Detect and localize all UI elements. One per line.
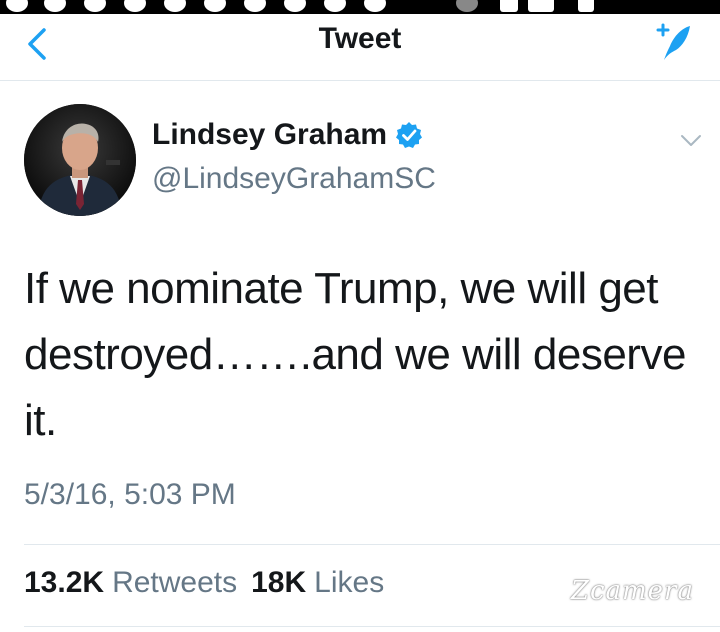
signal-icon	[528, 0, 554, 12]
compose-tweet-button[interactable]	[652, 20, 696, 64]
likes-count[interactable]: 18K	[251, 566, 306, 600]
notification-icon	[324, 0, 346, 12]
compose-tweet-icon	[656, 23, 690, 60]
tweet-text: If we nominate Trump, we will get destro…	[24, 264, 686, 445]
verified-badge-icon	[396, 122, 423, 148]
nav-header: Tweet	[0, 14, 720, 81]
avatar[interactable]	[24, 104, 136, 216]
tweet-timestamp: 5/3/16, 5:03 PM	[24, 478, 236, 511]
tweet-stats: 13.2K Retweets 18K Likes	[24, 566, 398, 600]
retweets-count[interactable]: 13.2K	[24, 566, 104, 600]
notification-icon	[44, 0, 66, 12]
sync-icon	[456, 0, 478, 12]
notification-icon	[364, 0, 386, 12]
page-title: Tweet	[318, 22, 402, 55]
tweet-options-button[interactable]	[678, 130, 704, 150]
notification-icon	[164, 0, 186, 12]
notification-icon	[204, 0, 226, 12]
wifi-icon	[500, 0, 518, 12]
chevron-down-icon	[681, 135, 701, 146]
profile-photo	[24, 104, 136, 216]
battery-icon	[578, 0, 594, 12]
camera-watermark: Zcamera	[570, 576, 694, 606]
author-name[interactable]: Lindsey Graham	[152, 118, 387, 152]
notification-icon	[84, 0, 106, 12]
notification-icon	[244, 0, 266, 12]
divider	[24, 544, 720, 545]
notification-icon	[284, 0, 306, 12]
notification-icon	[124, 0, 146, 12]
status-bar	[0, 0, 720, 14]
divider	[24, 626, 720, 627]
likes-label[interactable]: Likes	[314, 566, 384, 600]
retweets-label[interactable]: Retweets	[112, 566, 237, 600]
author-handle[interactable]: @LindseyGrahamSC	[152, 162, 436, 196]
author-row: Lindsey Graham	[152, 118, 423, 152]
notification-icon	[6, 0, 28, 12]
